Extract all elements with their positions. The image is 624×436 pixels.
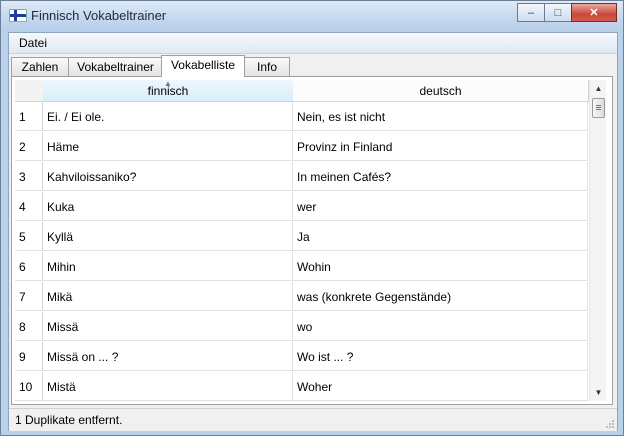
menu-bar: Datei: [9, 33, 617, 54]
column-header-finnisch[interactable]: ▲ finnisch: [43, 80, 294, 102]
column-header-label: deutsch: [419, 84, 462, 98]
cell-deutsch[interactable]: wer: [293, 192, 588, 221]
scroll-down-icon[interactable]: ▼: [590, 384, 606, 401]
row-number[interactable]: 5: [15, 222, 43, 251]
table-row[interactable]: 2 Häme Provinz in Finland: [15, 132, 588, 162]
cell-deutsch[interactable]: Ja: [293, 222, 588, 251]
row-number[interactable]: 9: [15, 342, 43, 371]
window-title: Finnisch Vokabeltrainer: [31, 8, 167, 23]
title-bar[interactable]: Finnisch Vokabeltrainer – □ ✕: [1, 1, 623, 31]
finnish-flag-icon: [9, 9, 27, 22]
row-number[interactable]: 6: [15, 252, 43, 281]
table-row[interactable]: 9 Missä on ... ? Wo ist ... ?: [15, 342, 588, 372]
minimize-button[interactable]: –: [517, 3, 545, 22]
table-corner[interactable]: [15, 80, 44, 102]
table-row[interactable]: 7 Mikä was (konkrete Gegenstände): [15, 282, 588, 312]
cell-deutsch[interactable]: Nein, es ist nicht: [293, 102, 588, 131]
close-button[interactable]: ✕: [571, 3, 617, 22]
row-number[interactable]: 3: [15, 162, 43, 191]
table-header: ▲ finnisch deutsch: [15, 80, 589, 102]
table-row[interactable]: 8 Missä wo: [15, 312, 588, 342]
resize-grip-icon[interactable]: [605, 419, 615, 429]
menu-datei[interactable]: Datei: [19, 36, 47, 50]
cell-finnisch[interactable]: Kahviloissaniko?: [43, 162, 293, 191]
tab-info[interactable]: Info: [244, 57, 290, 76]
row-number[interactable]: 4: [15, 192, 43, 221]
status-text: 1 Duplikate entfernt.: [15, 413, 123, 427]
cell-finnisch[interactable]: Mikä: [43, 282, 293, 311]
row-number[interactable]: 10: [15, 372, 43, 401]
cell-finnisch[interactable]: Missä on ... ?: [43, 342, 293, 371]
column-header-deutsch[interactable]: deutsch: [293, 80, 589, 102]
client-area: Datei Zahlen Vokabeltrainer Vokabelliste…: [8, 32, 618, 431]
cell-finnisch[interactable]: Mistä: [43, 372, 293, 401]
row-number[interactable]: 7: [15, 282, 43, 311]
vokabelliste-panel: ▲ finnisch deutsch 1 Ei. / Ei ole. Nein,…: [11, 76, 613, 405]
vocabulary-table[interactable]: ▲ finnisch deutsch 1 Ei. / Ei ole. Nein,…: [15, 80, 606, 401]
table-row[interactable]: 6 Mihin Wohin: [15, 252, 588, 282]
table-row[interactable]: 5 Kyllä Ja: [15, 222, 588, 252]
cell-finnisch[interactable]: Mihin: [43, 252, 293, 281]
row-number[interactable]: 2: [15, 132, 43, 161]
cell-finnisch[interactable]: Missä: [43, 312, 293, 341]
cell-deutsch[interactable]: Wohin: [293, 252, 588, 281]
cell-deutsch[interactable]: was (konkrete Gegenstände): [293, 282, 588, 311]
cell-finnisch[interactable]: Ei. / Ei ole.: [43, 102, 293, 131]
cell-deutsch[interactable]: Woher: [293, 372, 588, 401]
cell-finnisch[interactable]: Kuka: [43, 192, 293, 221]
scroll-up-icon[interactable]: ▲: [590, 80, 606, 97]
cell-deutsch[interactable]: In meinen Cafés?: [293, 162, 588, 191]
tab-vokabelliste[interactable]: Vokabelliste: [161, 55, 245, 77]
app-window: Finnisch Vokabeltrainer – □ ✕ Datei Zahl…: [0, 0, 624, 436]
table-row[interactable]: 10 Mistä Woher: [15, 372, 588, 401]
cell-deutsch[interactable]: wo: [293, 312, 588, 341]
cell-finnisch[interactable]: Kyllä: [43, 222, 293, 251]
vertical-scrollbar[interactable]: ▲ ▼: [589, 80, 606, 401]
tab-zahlen[interactable]: Zahlen: [11, 57, 69, 76]
row-number[interactable]: 1: [15, 102, 43, 131]
table-row[interactable]: 1 Ei. / Ei ole. Nein, es ist nicht: [15, 102, 588, 132]
sort-ascending-icon: ▲: [164, 80, 172, 88]
row-number[interactable]: 8: [15, 312, 43, 341]
tab-vokabeltrainer[interactable]: Vokabeltrainer: [68, 57, 163, 76]
cell-deutsch[interactable]: Provinz in Finland: [293, 132, 588, 161]
scrollbar-thumb[interactable]: [592, 98, 605, 118]
cell-deutsch[interactable]: Wo ist ... ?: [293, 342, 588, 371]
maximize-button[interactable]: □: [544, 3, 572, 22]
cell-finnisch[interactable]: Häme: [43, 132, 293, 161]
table-row[interactable]: 4 Kuka wer: [15, 192, 588, 222]
table-row[interactable]: 3 Kahviloissaniko? In meinen Cafés?: [15, 162, 588, 192]
status-bar: 1 Duplikate entfernt.: [9, 408, 617, 431]
